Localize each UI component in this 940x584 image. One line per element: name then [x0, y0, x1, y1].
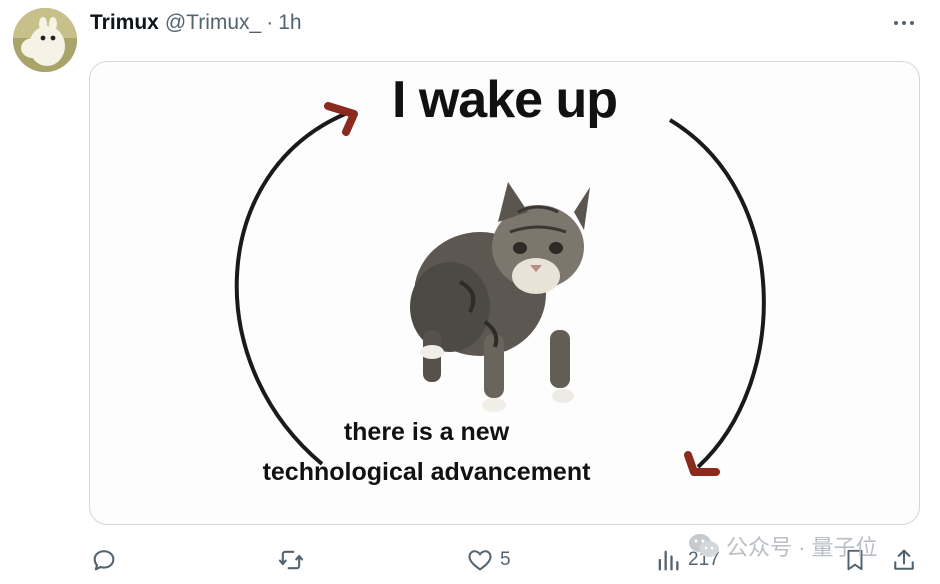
meme-title: I wake up	[391, 71, 618, 129]
watermark-text: 公众号 · 量子位	[726, 535, 878, 560]
tweet-header: Trimux @Trimux_ · 1h	[90, 10, 302, 36]
cat-illustration	[410, 182, 590, 412]
retweet-icon	[278, 550, 304, 570]
display-name[interactable]: Trimux	[90, 11, 159, 35]
watermark: 公众号 · 量子位	[688, 528, 878, 564]
more-dots-icon	[894, 21, 898, 25]
like-button[interactable]: 5	[466, 540, 511, 580]
separator: ·	[266, 11, 274, 34]
timestamp[interactable]: 1h	[278, 11, 301, 35]
meme-image	[234, 102, 766, 476]
more-dot	[902, 21, 906, 25]
reply-icon	[93, 550, 115, 571]
views-chart-icon	[658, 550, 679, 571]
left-cycle-arrow	[234, 112, 346, 466]
more-dot	[910, 21, 914, 25]
tweet-media[interactable]: I wake up there is a new technological a…	[89, 61, 920, 525]
wechat-icon	[689, 534, 719, 557]
user-handle[interactable]: @Trimux_	[165, 11, 261, 35]
moomin-avatar-icon	[13, 8, 77, 72]
share-button[interactable]	[890, 540, 918, 580]
more-options-button[interactable]	[888, 12, 920, 34]
right-cycle-arrow	[668, 118, 766, 469]
heart-icon	[468, 550, 492, 571]
meme-caption-line2: technological advancement	[262, 458, 591, 486]
share-icon	[894, 549, 914, 570]
avatar[interactable]	[13, 8, 77, 72]
meme-caption-line1: there is a new	[343, 418, 510, 446]
retweet-button[interactable]	[276, 540, 312, 580]
like-count: 5	[500, 549, 511, 570]
reply-button[interactable]	[90, 540, 124, 580]
